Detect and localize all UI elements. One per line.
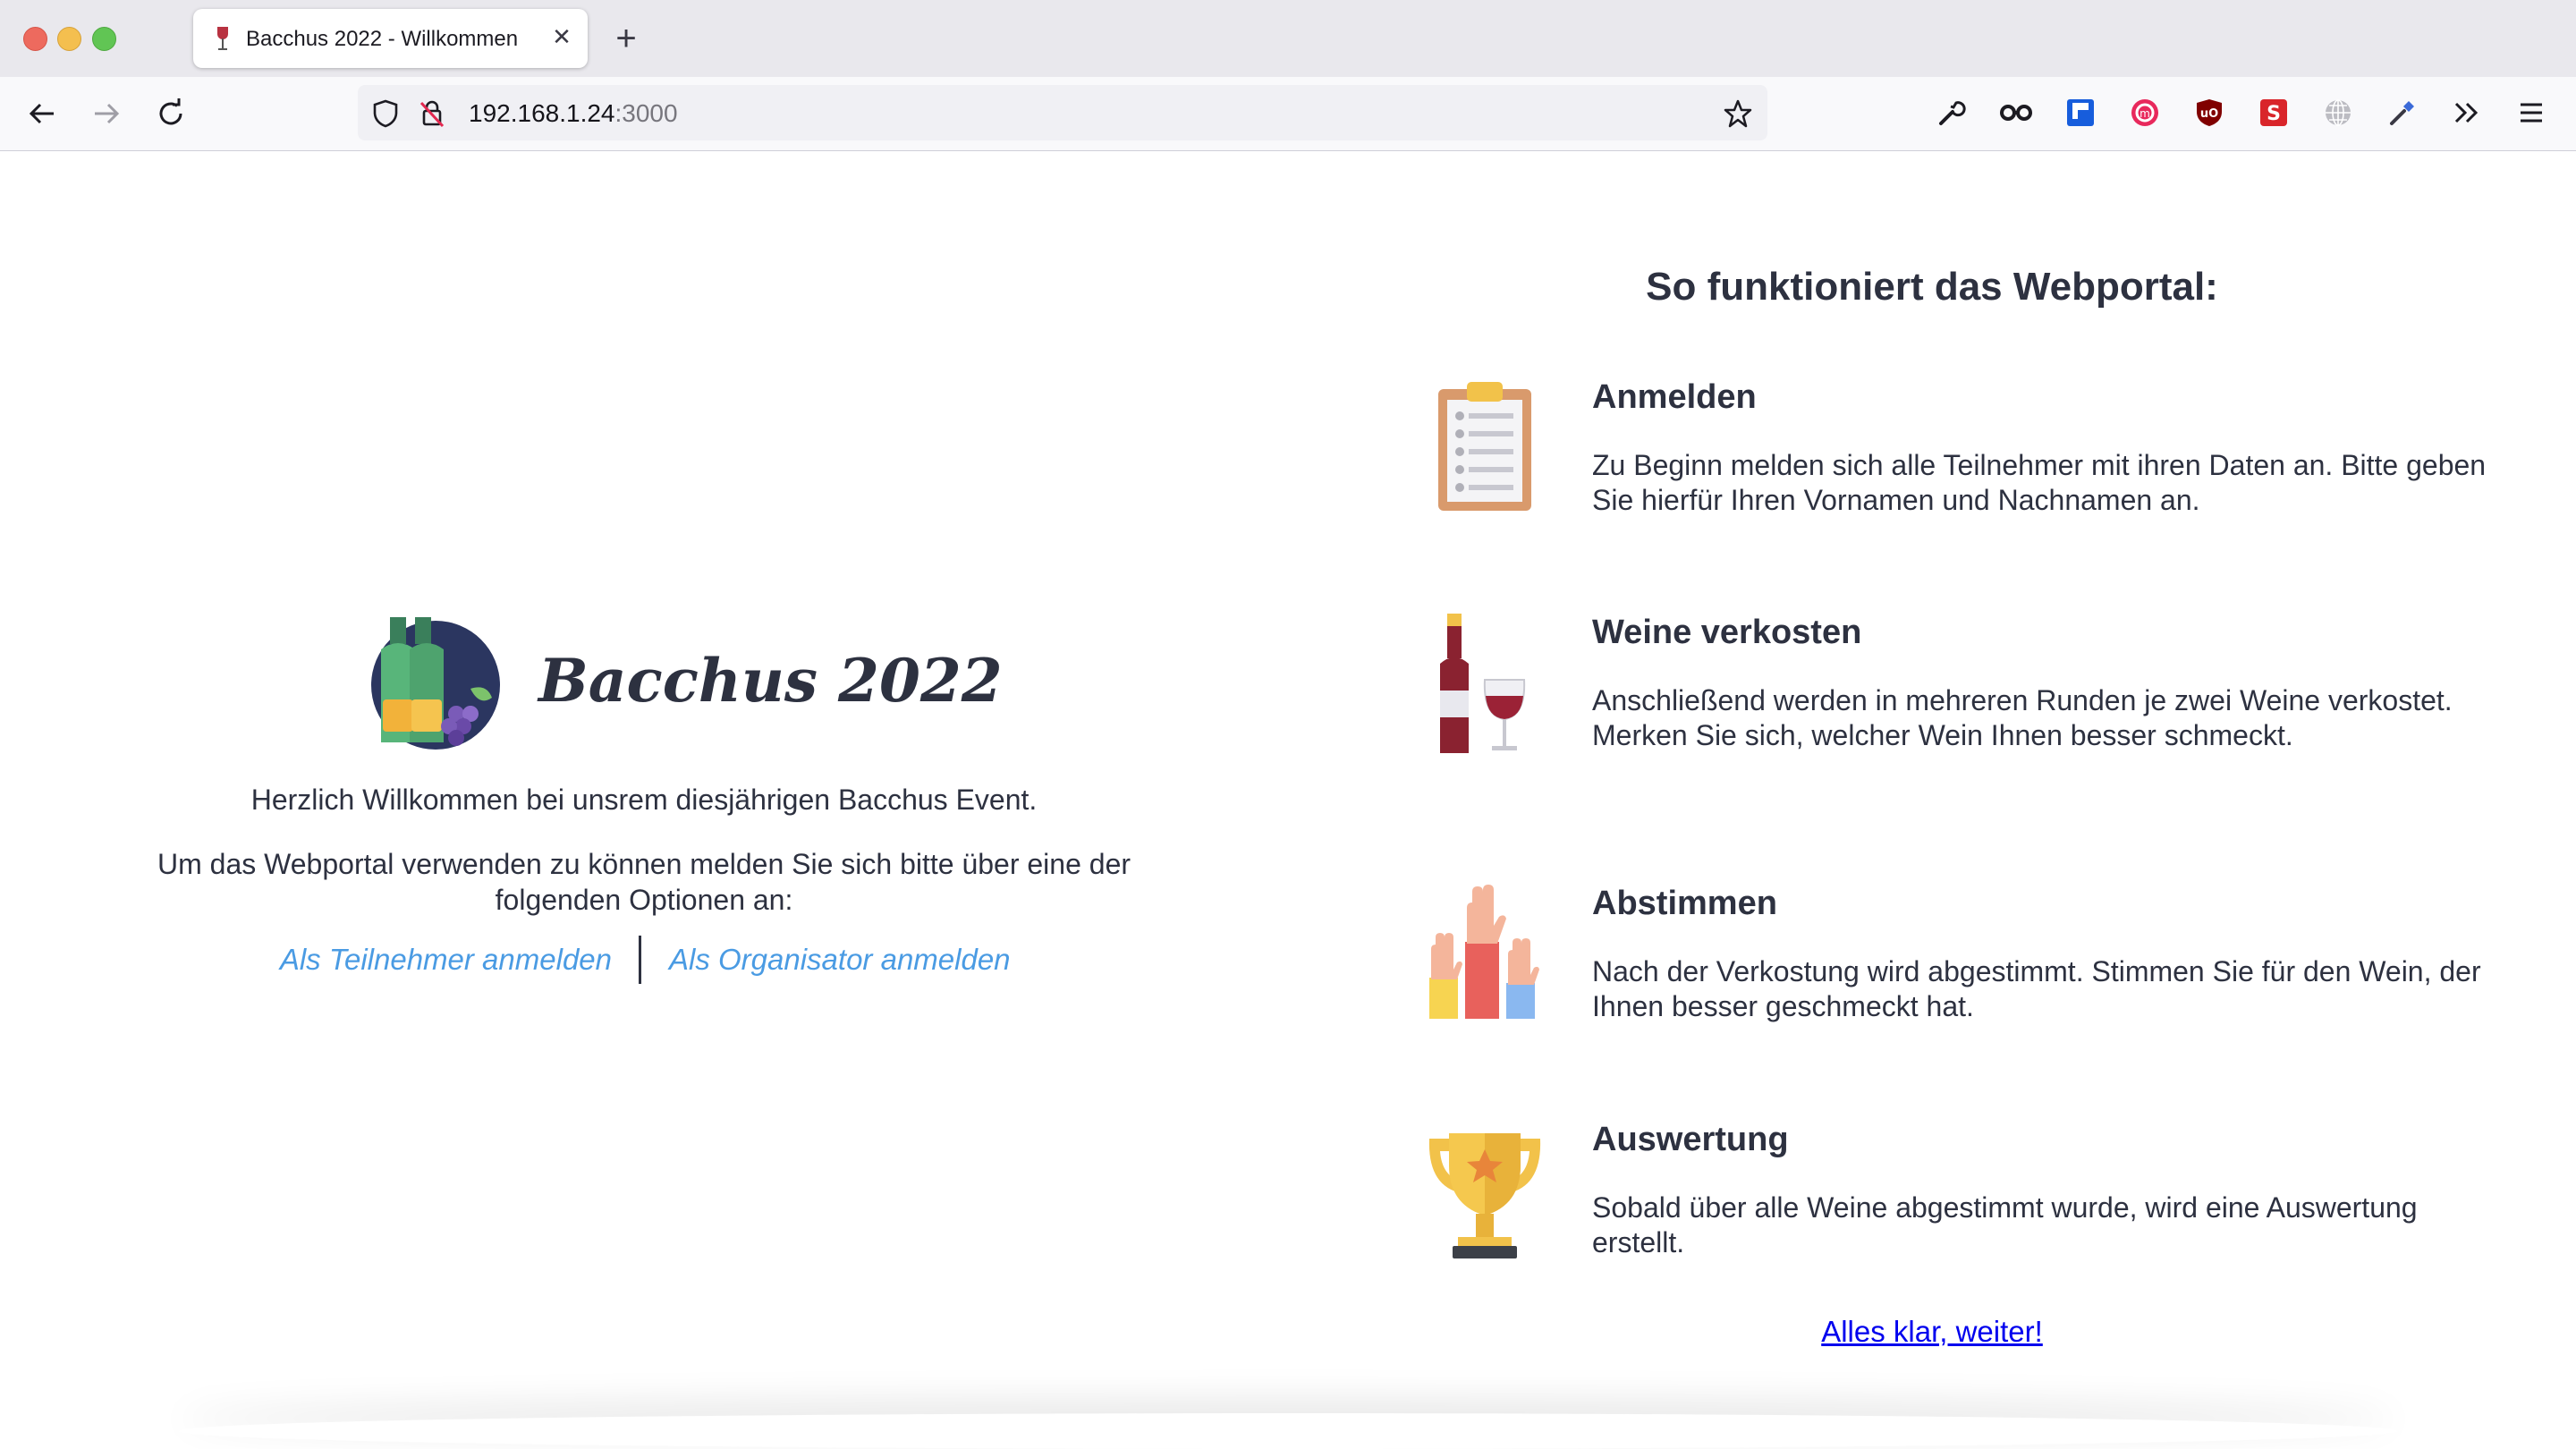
- window-zoom-button[interactable]: [92, 27, 116, 51]
- raised-hands-icon: [1429, 885, 1539, 1019]
- ublock-icon[interactable]: uO: [2190, 94, 2228, 131]
- navigation-toolbar: 192.168.1.24:3000 m uO S: [0, 77, 2576, 151]
- step-text: Sobald über alle Weine abgestimmt wurde,…: [1592, 1191, 2418, 1258]
- trophy-icon: [1428, 1133, 1541, 1258]
- wine-glass-favicon-icon: [217, 27, 228, 50]
- wine-bottle-glass-icon: [1440, 614, 1526, 753]
- arrow-left-icon: [29, 103, 54, 124]
- step-text: Nach der Verkostung wird abgestimmt. Sti…: [1592, 955, 2481, 1022]
- multi-account-icon[interactable]: m: [2126, 94, 2164, 131]
- url-port: :3000: [614, 99, 678, 127]
- howto-title: So funktioniert das Webportal:: [1646, 265, 2218, 309]
- window-close-button[interactable]: [23, 27, 47, 51]
- window-minimize-button[interactable]: [57, 27, 81, 51]
- continue-link[interactable]: Alles klar, weiter!: [1288, 1315, 2576, 1349]
- tracking-shield-icon[interactable]: [370, 98, 401, 129]
- bottom-shadow: [179, 1413, 2397, 1449]
- bacchus-logo-icon: [371, 617, 500, 750]
- tab-close-icon[interactable]: ✕: [548, 23, 575, 50]
- step-heading: Weine verkosten: [1592, 614, 1862, 651]
- url-host: 192.168.1.24: [469, 99, 615, 127]
- eyedropper-icon[interactable]: [2384, 94, 2421, 131]
- instruction-text: Um das Webportal verwenden zu können mel…: [157, 848, 1131, 916]
- welcome-text: Herzlich Willkommen bei unsrem diesjähri…: [250, 784, 1038, 816]
- bookmark-star-icon[interactable]: [1723, 98, 1753, 129]
- url-text[interactable]: 192.168.1.24:3000: [469, 99, 678, 128]
- insecure-lock-icon[interactable]: [417, 98, 447, 129]
- step-heading: Anmelden: [1592, 378, 1757, 416]
- step-text: Zu Beginn melden sich alle Teilnehmer mi…: [1592, 449, 2487, 516]
- hamburger-menu-icon[interactable]: [2512, 94, 2550, 131]
- reload-icon: [159, 98, 182, 125]
- glasses-icon[interactable]: [1997, 94, 2035, 131]
- howto-panel: So funktioniert das Webportal: Anmelden …: [1288, 150, 2576, 1435]
- reload-button[interactable]: [150, 93, 191, 134]
- svg-text:uO: uO: [2200, 107, 2218, 121]
- login-options: Als Teilnehmer anmelden Als Organisator …: [0, 936, 1288, 984]
- arrow-right-icon: [95, 103, 120, 124]
- new-tab-button[interactable]: +: [608, 21, 644, 57]
- step-heading: Abstimmen: [1592, 885, 1777, 922]
- address-bar[interactable]: 192.168.1.24:3000: [358, 85, 1767, 140]
- tab-title: Bacchus 2022 - Willkommen: [246, 27, 519, 51]
- link-separator: [639, 936, 641, 984]
- bitwarden-icon[interactable]: [2062, 94, 2099, 131]
- hero: Bacchus 2022: [370, 614, 1003, 751]
- wrench-icon[interactable]: [1933, 94, 1970, 131]
- step-heading: Auswertung: [1592, 1121, 1789, 1158]
- svg-text:S: S: [2267, 103, 2281, 125]
- clipboard-icon: [1438, 382, 1531, 511]
- event-title: Bacchus 2022: [538, 646, 1003, 716]
- step-text: Anschließend werden in mehreren Runden j…: [1592, 684, 2453, 751]
- active-tab[interactable]: Bacchus 2022 - Willkommen ✕: [193, 9, 588, 68]
- tab-strip: Bacchus 2022 - Willkommen ✕ +: [0, 0, 2576, 77]
- overflow-chevrons-icon[interactable]: [2448, 94, 2486, 131]
- organizer-login-link[interactable]: Als Organisator anmelden: [669, 943, 1011, 977]
- participant-login-link[interactable]: Als Teilnehmer anmelden: [280, 943, 612, 977]
- forward-button[interactable]: [86, 93, 127, 134]
- welcome-panel: Bacchus 2022 Herzlich Willkommen bei uns…: [0, 150, 1288, 1435]
- shortkeys-icon[interactable]: S: [2255, 94, 2292, 131]
- back-button[interactable]: [21, 93, 63, 134]
- svg-text:m: m: [2140, 107, 2150, 120]
- globe-icon[interactable]: [2319, 94, 2357, 131]
